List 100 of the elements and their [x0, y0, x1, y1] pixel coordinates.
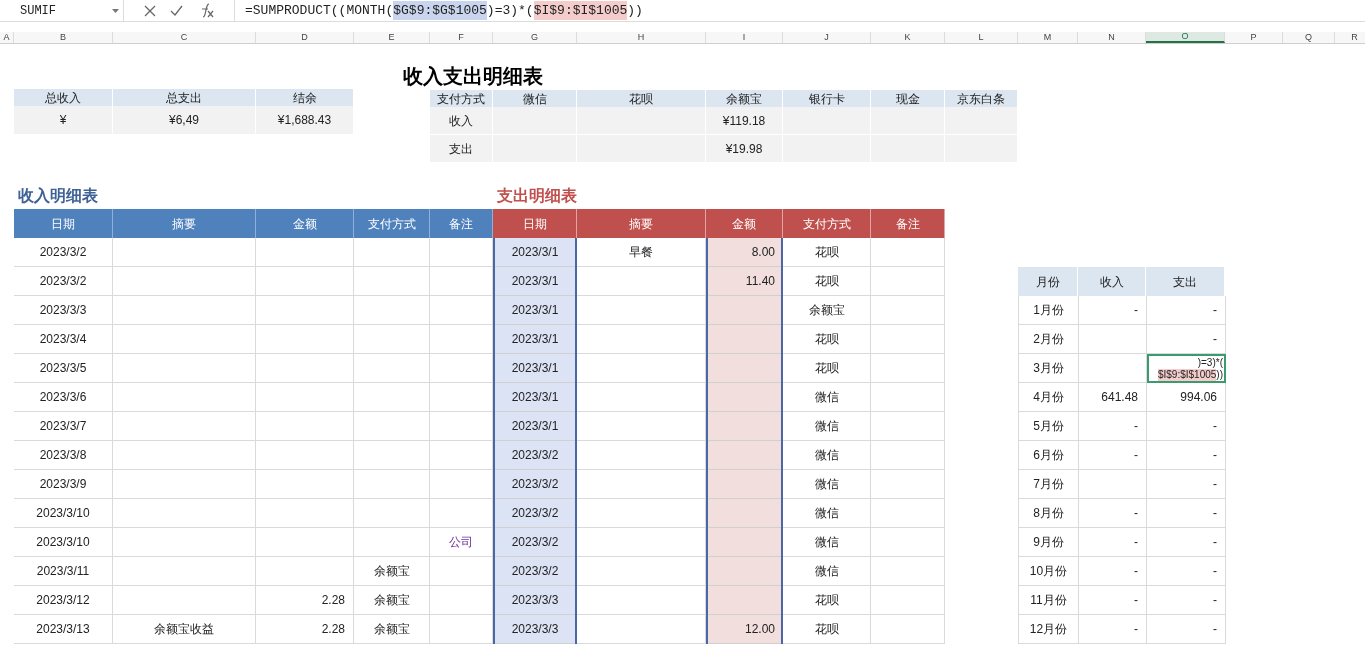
table-cell: - — [1147, 528, 1226, 557]
column-heading: 月份 — [1018, 267, 1078, 296]
payment-header: 花呗 — [577, 90, 706, 107]
table-cell: 花呗 — [783, 615, 871, 644]
column-header[interactable]: O — [1146, 32, 1225, 43]
table-cell-text: 2023/3/1 — [511, 418, 559, 435]
cell-editor[interactable]: )=3)*( $I$9:$I$1005)) — [1147, 354, 1226, 383]
table-cell — [1079, 470, 1147, 499]
table-cell: - — [1147, 557, 1226, 586]
table-cell: - — [1079, 296, 1147, 325]
table-cell: 2023/3/7 — [14, 412, 113, 441]
table-cell: - — [1147, 296, 1226, 325]
column-header[interactable]: M — [1018, 32, 1078, 43]
column-header[interactable]: E — [354, 32, 430, 43]
column-heading: 日期 — [493, 209, 577, 238]
table-cell-text: 2023/3/1 — [511, 331, 559, 348]
table-cell: 2.28 — [256, 586, 354, 615]
table-cell: 2023/3/11 — [14, 557, 113, 586]
table-cell: 微信 — [783, 470, 871, 499]
summary-value: ¥1,688.43 — [256, 106, 354, 134]
table-cell — [1079, 325, 1147, 354]
column-heading: 备注 — [430, 209, 493, 238]
table-cell: 2023/3/2 — [14, 238, 113, 267]
column-header[interactable]: A — [0, 32, 14, 43]
section-title: 支出明细表 — [496, 186, 577, 206]
column-header[interactable]: L — [945, 32, 1018, 43]
table-cell: 2023/3/13 — [14, 615, 113, 644]
table-cell: - — [1147, 586, 1226, 615]
table-cell-text: 2023/3/2 — [511, 563, 559, 580]
table-cell: 花呗 — [783, 354, 871, 383]
close-icon[interactable] — [144, 4, 156, 17]
table-cell: 9月份 — [1019, 528, 1079, 557]
column-heading: 摘要 — [113, 209, 256, 238]
table-cell-text: 2023/3/1 — [511, 273, 559, 290]
table-cell: 641.48 — [1079, 383, 1147, 412]
table-cell-text: 8.00 — [751, 244, 775, 261]
column-header[interactable]: F — [430, 32, 493, 43]
checkmark-icon[interactable] — [170, 5, 183, 16]
table-cell: 微信 — [783, 441, 871, 470]
column-header[interactable]: K — [871, 32, 945, 43]
column-header[interactable]: R — [1335, 32, 1365, 43]
table-cell: 2023/3/4 — [14, 325, 113, 354]
table-cell: 余额宝 — [354, 615, 430, 644]
table-cell: 花呗 — [783, 238, 871, 267]
payment-header: 余额宝 — [706, 90, 783, 107]
table-cell: 微信 — [783, 383, 871, 412]
column-header[interactable]: D — [256, 32, 354, 43]
table-cell: 4月份 — [1019, 383, 1079, 412]
table-cell: 3月份 — [1019, 354, 1079, 383]
column-header[interactable]: H — [577, 32, 706, 43]
table-cell: 余额宝 — [354, 557, 430, 586]
table-cell: 花呗 — [783, 325, 871, 354]
table-cell: 2023/3/5 — [14, 354, 113, 383]
table-cell: 7月份 — [1019, 470, 1079, 499]
table-cell-text: 2023/3/3 — [511, 592, 559, 609]
table-cell-text: 2023/3/1 — [511, 244, 559, 261]
table-cell-text: 2023/3/1 — [511, 389, 559, 406]
summary-header: 总支出 — [113, 89, 256, 106]
table-cell: 花呗 — [783, 586, 871, 615]
table-cell: 11月份 — [1019, 586, 1079, 615]
column-header[interactable]: J — [783, 32, 871, 43]
table-cell-text: 2023/3/3 — [511, 621, 559, 638]
table-cell: 2023/3/2 — [14, 267, 113, 296]
table-cell: - — [1147, 412, 1226, 441]
column-header[interactable]: Q — [1283, 32, 1335, 43]
column-header[interactable]: C — [113, 32, 256, 43]
table-cell-text: 2023/3/2 — [511, 476, 559, 493]
table-cell: - — [1079, 412, 1147, 441]
table-cell: 花呗 — [783, 267, 871, 296]
table-cell: 微信 — [783, 499, 871, 528]
table-cell: - — [1079, 528, 1147, 557]
table-cell: 2023/3/10 — [14, 499, 113, 528]
table-cell-text: 2023/3/2 — [511, 534, 559, 551]
table-cell: - — [1147, 499, 1226, 528]
payment-header: 微信 — [493, 90, 577, 107]
summary-header: 总收入 — [14, 89, 113, 106]
table-cell: 2023/3/8 — [14, 441, 113, 470]
table-cell-text: 11.40 — [745, 273, 775, 290]
column-header[interactable]: B — [14, 32, 113, 43]
table-cell: - — [1079, 615, 1147, 644]
column-header[interactable]: G — [493, 32, 577, 43]
table-cell: ¥119.18 — [706, 107, 783, 134]
column-header[interactable]: P — [1225, 32, 1283, 43]
table-cell: - — [1079, 441, 1147, 470]
table-cell: 2023/3/10 — [14, 528, 113, 557]
summary-header: 结余 — [256, 89, 354, 106]
table-cell: 2023/3/9 — [14, 470, 113, 499]
table-cell: - — [1147, 615, 1226, 644]
column-heading: 收入 — [1078, 267, 1146, 296]
table-cell: - — [1079, 586, 1147, 615]
payment-header: 银行卡 — [783, 90, 871, 107]
table-cell: 5月份 — [1019, 412, 1079, 441]
table-cell: 8月份 — [1019, 499, 1079, 528]
table-cell: 2023/3/3 — [14, 296, 113, 325]
column-header[interactable]: I — [706, 32, 783, 43]
table-cell: - — [1147, 470, 1226, 499]
formula-field[interactable]: =SUMPRODUCT((MONTH($G$9:$G$1005)=3)*($I$9:$I$1005)) — [234, 0, 1365, 22]
table-cell: 6月份 — [1019, 441, 1079, 470]
name-box[interactable]: SUMIF — [0, 0, 124, 22]
column-heading: 摘要 — [577, 209, 706, 238]
